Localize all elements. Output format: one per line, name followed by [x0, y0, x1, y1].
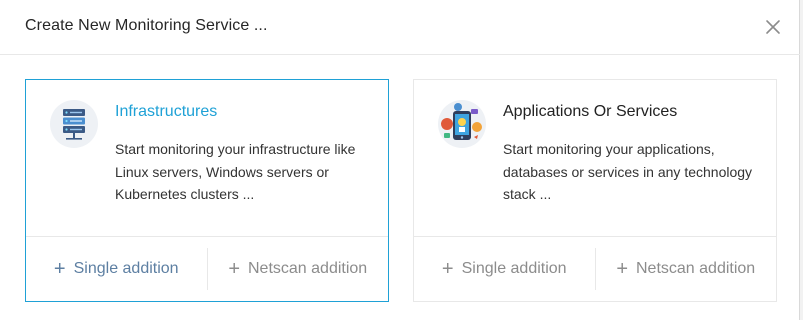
applications-services-card[interactable]: Applications Or Services Start monitorin… [413, 79, 777, 302]
infrastructures-card[interactable]: Infrastructures Start monitoring your in… [25, 79, 389, 302]
card-title: Infrastructures [115, 103, 218, 120]
card-footer: + Single addition + Netscan addition [26, 236, 388, 301]
single-addition-label: Single addition [73, 260, 179, 277]
plus-icon: + [53, 258, 66, 280]
close-icon[interactable] [762, 16, 784, 38]
dialog-header: Create New Monitoring Service ... [0, 0, 800, 55]
card-description: Start monitoring your applications, data… [503, 141, 753, 202]
netscan-addition-label: Netscan addition [248, 260, 368, 277]
single-addition-label: Single addition [461, 260, 567, 277]
plus-icon: + [441, 258, 454, 280]
card-title: Applications Or Services [503, 103, 678, 120]
apps-services-icon [438, 100, 486, 148]
server-rack-icon [50, 100, 98, 148]
plus-icon: + [616, 258, 628, 280]
netscan-addition-label: Netscan addition [636, 260, 756, 277]
plus-icon: + [228, 258, 240, 280]
netscan-addition-button[interactable]: + Netscan addition [206, 248, 389, 290]
netscan-addition-button[interactable]: + Netscan addition [594, 248, 777, 290]
card-description: Start monitoring your infrastructure lik… [115, 141, 356, 202]
card-footer: + Single addition + Netscan addition [414, 236, 776, 301]
single-addition-button[interactable]: + Single addition [414, 237, 595, 301]
create-monitoring-service-dialog: Create New Monitoring Service ... Infras… [0, 0, 800, 320]
single-addition-button[interactable]: + Single addition [26, 237, 207, 301]
dialog-title: Create New Monitoring Service ... [25, 17, 268, 34]
